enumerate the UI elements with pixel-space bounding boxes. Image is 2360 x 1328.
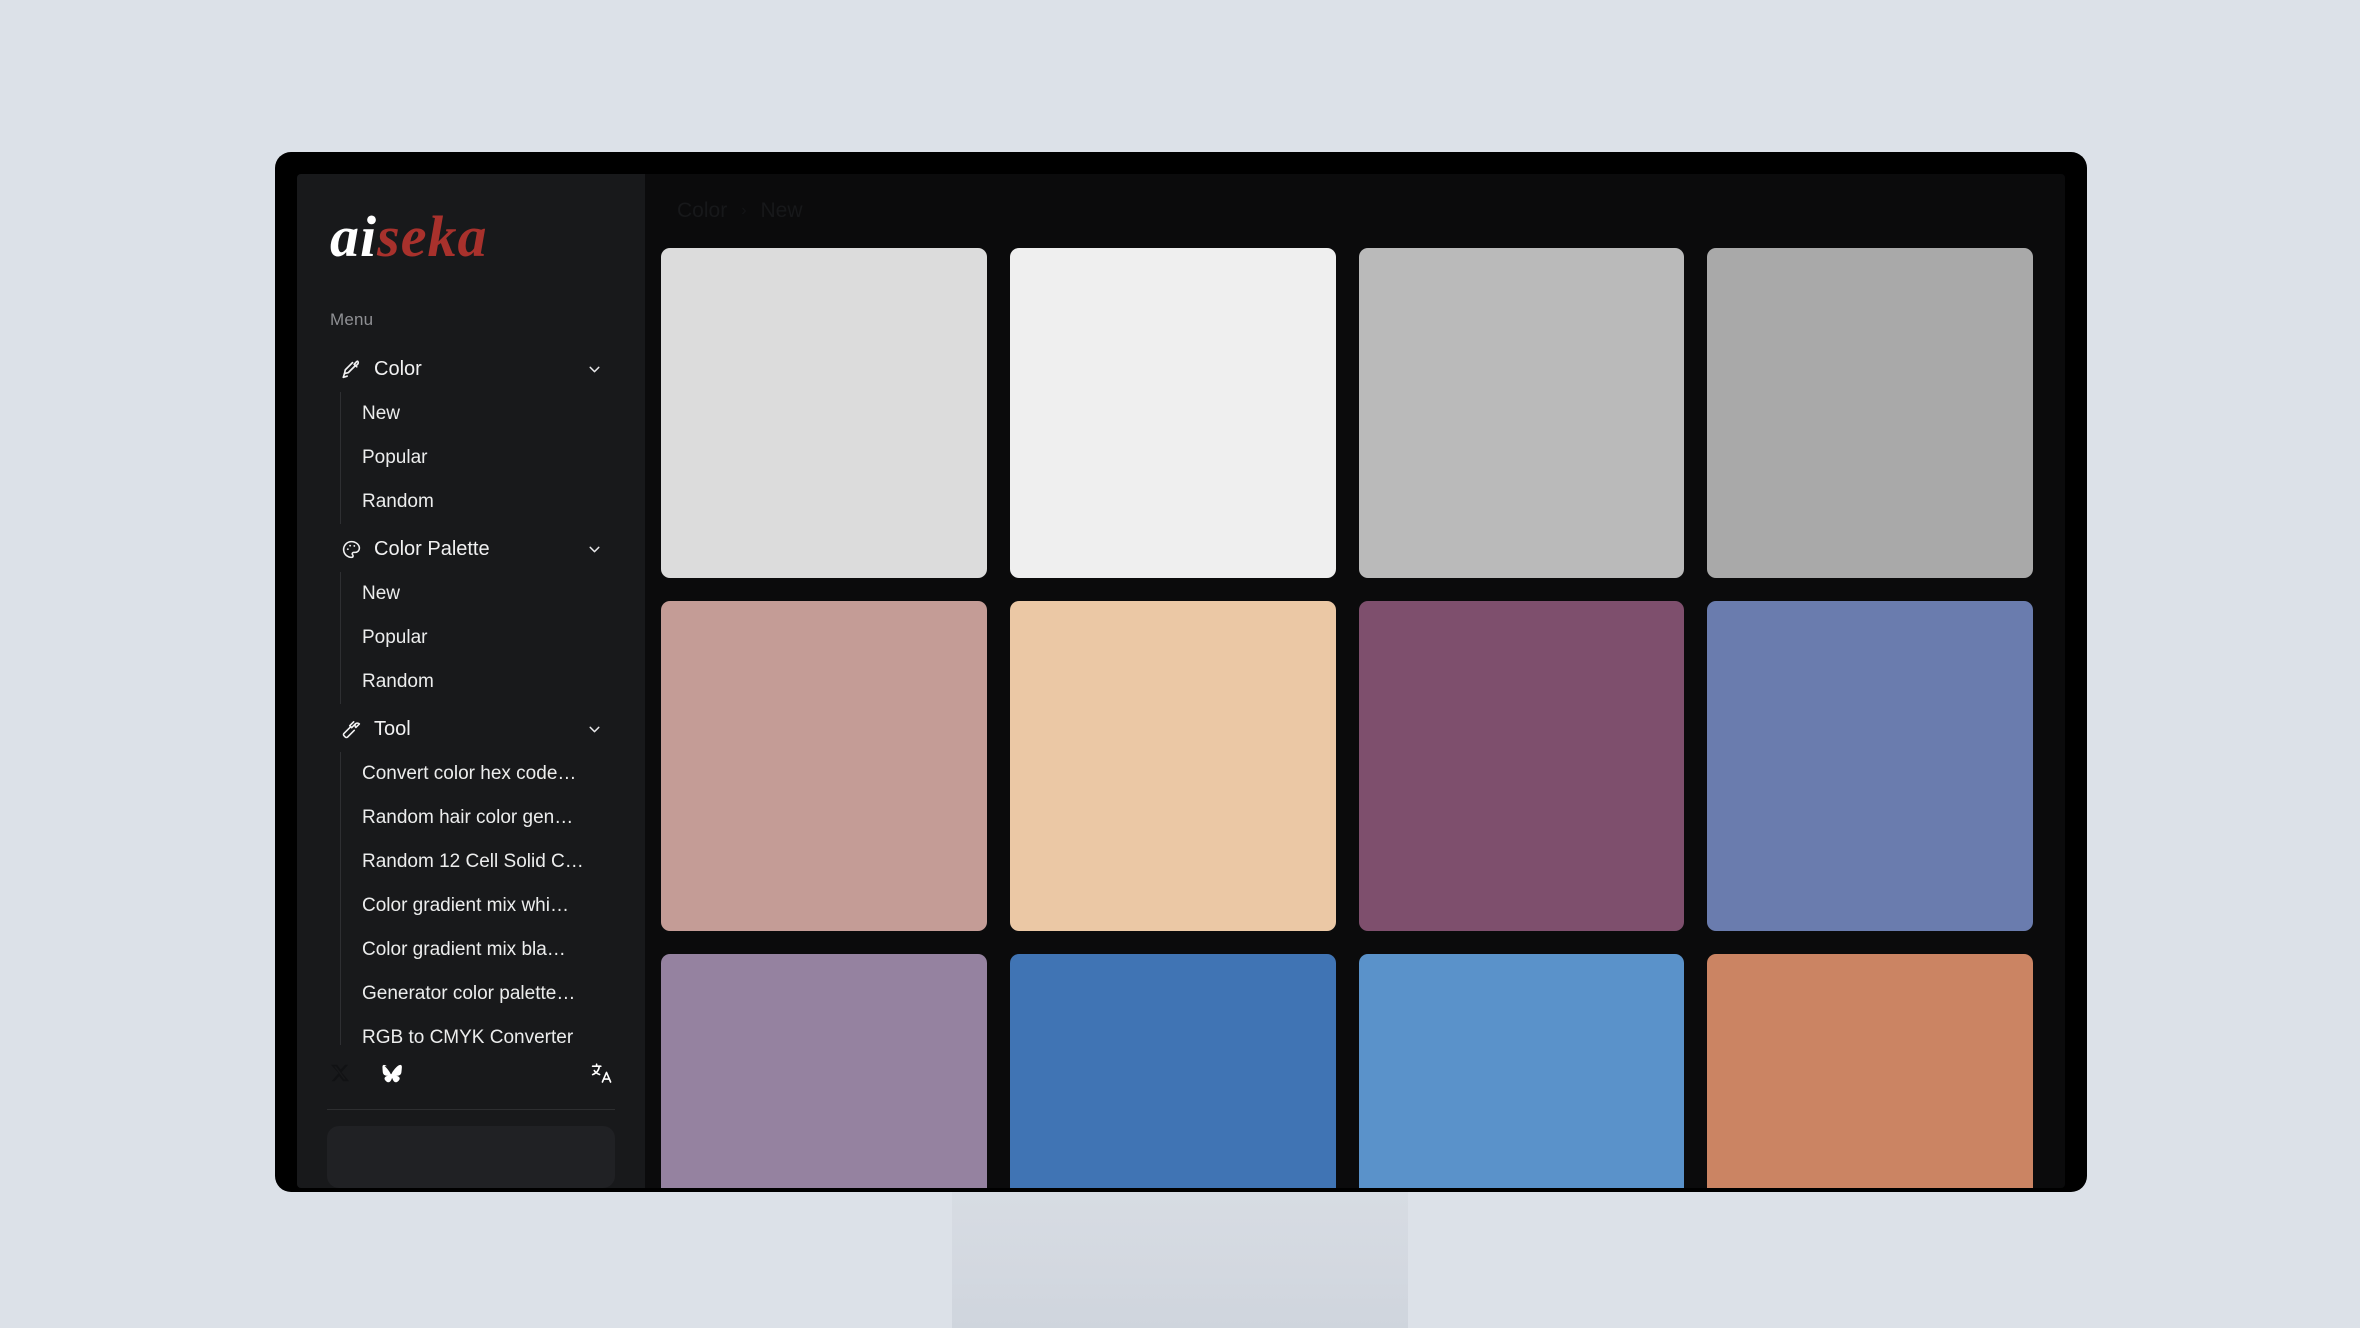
sidebar-subitem-tool-3[interactable]: Color gradient mix whi… xyxy=(341,884,645,928)
monitor-stand-neck xyxy=(952,1192,1408,1328)
sidebar-subitem-tool-5[interactable]: Generator color palette… xyxy=(341,972,645,1016)
color-swatch[interactable] xyxy=(1707,954,2033,1188)
nav-children-tool: Convert color hex code… Random hair colo… xyxy=(340,752,645,1045)
user-account-card[interactable] xyxy=(327,1126,615,1188)
sidebar-subitem-tool-1[interactable]: Random hair color gen… xyxy=(341,796,645,840)
monitor-stage: aiseka Menu Color New Popular Random Col… xyxy=(0,0,2360,1328)
color-swatch[interactable] xyxy=(1009,954,1336,1188)
sidebar-subitem-tool-6[interactable]: RGB to CMYK Converter xyxy=(341,1016,645,1045)
sidebar-item-label: Color xyxy=(374,357,422,380)
palette-icon xyxy=(340,538,362,560)
breadcrumb-separator-icon: › xyxy=(741,202,747,219)
sidebar-subitem-tool-2[interactable]: Random 12 Cell Solid C… xyxy=(341,840,645,884)
monitor-screen: aiseka Menu Color New Popular Random Col… xyxy=(297,174,2065,1188)
nav-children-color: New Popular Random xyxy=(340,392,645,524)
color-swatch[interactable] xyxy=(1009,248,1336,578)
main-content: Color › New xyxy=(645,174,2065,1188)
nav-group-color-palette: Color Palette New Popular Random xyxy=(297,526,645,704)
color-swatch[interactable] xyxy=(1358,954,1685,1188)
sidebar-subitem-tool-0[interactable]: Convert color hex code… xyxy=(341,752,645,796)
chevron-down-icon[interactable] xyxy=(585,540,603,558)
social-links-row xyxy=(327,1045,615,1101)
sidebar-subitem-palette-new[interactable]: New xyxy=(341,572,645,616)
logo-text-primary: ai xyxy=(330,204,378,269)
sidebar-item-color-palette[interactable]: Color Palette xyxy=(309,526,633,572)
sidebar-subitem-color-random[interactable]: Random xyxy=(341,480,645,524)
nav-children-color-palette: New Popular Random xyxy=(340,572,645,704)
breadcrumb-item-color[interactable]: Color xyxy=(677,199,727,223)
app-logo[interactable]: aiseka xyxy=(297,174,645,266)
footer-divider xyxy=(327,1109,615,1110)
x-twitter-icon[interactable] xyxy=(327,1060,353,1086)
nav-group-color: Color New Popular Random xyxy=(297,346,645,524)
hammer-icon xyxy=(340,718,362,740)
sidebar-item-label: Color Palette xyxy=(374,537,490,560)
color-swatch[interactable] xyxy=(661,601,987,931)
sidebar-subitem-tool-4[interactable]: Color gradient mix bla… xyxy=(341,928,645,972)
sidebar-navigation: Color New Popular Random Color Palette N… xyxy=(297,346,645,1045)
color-swatch[interactable] xyxy=(661,248,987,578)
color-swatch-grid xyxy=(645,248,2065,1188)
color-swatch[interactable] xyxy=(1358,248,1685,578)
sidebar-item-label: Tool xyxy=(374,717,411,740)
logo-text-secondary: seka xyxy=(377,204,488,269)
chevron-down-icon[interactable] xyxy=(585,360,603,378)
translate-language-icon[interactable] xyxy=(589,1060,615,1086)
menu-section-label: Menu xyxy=(330,310,374,329)
color-swatch[interactable] xyxy=(661,954,987,1188)
nav-group-tool: Tool Convert color hex code… Random hair… xyxy=(297,706,645,1045)
breadcrumb-item-new: New xyxy=(760,199,803,222)
sidebar-subitem-color-popular[interactable]: Popular xyxy=(341,436,645,480)
color-swatch[interactable] xyxy=(1358,601,1685,931)
sidebar: aiseka Menu Color New Popular Random Col… xyxy=(297,174,645,1188)
sidebar-subitem-color-new[interactable]: New xyxy=(341,392,645,436)
sidebar-footer xyxy=(297,1045,645,1188)
color-swatch[interactable] xyxy=(1707,248,2033,578)
sidebar-item-color[interactable]: Color xyxy=(309,346,633,392)
breadcrumb: Color › New xyxy=(645,174,2065,248)
sidebar-subitem-palette-random[interactable]: Random xyxy=(341,660,645,704)
sidebar-item-tool[interactable]: Tool xyxy=(309,706,633,752)
color-swatch[interactable] xyxy=(1009,601,1336,931)
eyedropper-icon xyxy=(340,358,362,380)
sidebar-subitem-palette-popular[interactable]: Popular xyxy=(341,616,645,660)
bluesky-butterfly-icon[interactable] xyxy=(379,1060,405,1086)
color-swatch[interactable] xyxy=(1707,601,2033,931)
chevron-down-icon[interactable] xyxy=(585,720,603,738)
